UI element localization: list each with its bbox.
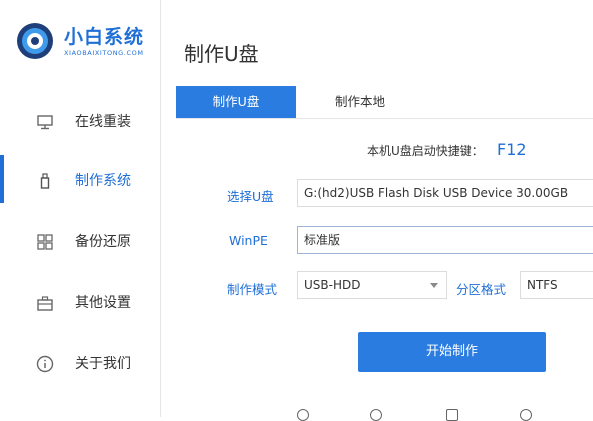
footer-icon[interactable] bbox=[297, 409, 309, 421]
sidebar-item-other-settings[interactable]: 其他设置 bbox=[0, 282, 160, 322]
partition-format-value: NTFS bbox=[527, 278, 558, 292]
monitor-icon bbox=[37, 115, 53, 130]
partition-format-select[interactable]: NTFS bbox=[520, 271, 593, 299]
make-mode-label: 制作模式 bbox=[227, 282, 278, 297]
usb-device-select[interactable]: G:(hd2)USB Flash Disk USB Device 30.00GB bbox=[297, 179, 593, 207]
sidebar-item-make-system[interactable]: 制作系统 bbox=[0, 160, 160, 200]
grid-icon bbox=[37, 234, 53, 250]
sidebar: 小白系统 XIAOBAIXITONG.COM 在线重装 制作系统 备份还原 其他… bbox=[0, 0, 161, 417]
brand-subtitle: XIAOBAIXITONG.COM bbox=[64, 49, 144, 57]
footer-icon[interactable] bbox=[370, 409, 382, 421]
make-mode-select[interactable]: USB-HDD bbox=[297, 271, 447, 299]
footer-icon[interactable] bbox=[520, 409, 532, 421]
tab-make-usb[interactable]: 制作U盘 bbox=[176, 86, 296, 118]
winpe-value: 标准版 bbox=[304, 233, 341, 247]
brand-title: 小白系统 bbox=[64, 26, 145, 48]
sidebar-item-label: 制作系统 bbox=[75, 173, 131, 189]
sidebar-item-label: 在线重装 bbox=[75, 114, 131, 130]
winpe-label: WinPE bbox=[229, 233, 268, 248]
sidebar-item-label: 备份还原 bbox=[75, 234, 131, 250]
sidebar-item-about-us[interactable]: 关于我们 bbox=[0, 343, 160, 383]
info-icon bbox=[36, 355, 54, 373]
sidebar-item-label: 关于我们 bbox=[75, 356, 131, 372]
start-make-button[interactable]: 开始制作 bbox=[358, 332, 546, 372]
logo-icon bbox=[17, 23, 53, 59]
partition-format-label: 分区格式 bbox=[456, 282, 507, 297]
briefcase-icon bbox=[37, 296, 53, 311]
boot-key-hint: 本机U盘启动快捷键： bbox=[367, 144, 484, 158]
winpe-input[interactable]: 标准版 bbox=[297, 226, 593, 254]
usb-drive-icon bbox=[40, 173, 50, 189]
sidebar-item-label: 其他设置 bbox=[75, 295, 131, 311]
sidebar-item-backup-restore[interactable]: 备份还原 bbox=[0, 221, 160, 261]
footer-icon[interactable] bbox=[446, 409, 458, 421]
make-mode-value: USB-HDD bbox=[304, 278, 361, 292]
tab-make-local[interactable]: 制作本地 bbox=[300, 86, 420, 118]
tab-divider bbox=[176, 118, 593, 119]
page-title: 制作U盘 bbox=[184, 42, 259, 66]
chevron-down-icon bbox=[430, 283, 438, 288]
usb-select-label: 选择U盘 bbox=[227, 189, 274, 204]
boot-key-value: F12 bbox=[497, 140, 527, 159]
usb-device-value: G:(hd2)USB Flash Disk USB Device 30.00GB bbox=[304, 186, 569, 200]
sidebar-item-online-reinstall[interactable]: 在线重装 bbox=[0, 101, 160, 141]
brand-logo: 小白系统 XIAOBAIXITONG.COM bbox=[16, 20, 166, 64]
